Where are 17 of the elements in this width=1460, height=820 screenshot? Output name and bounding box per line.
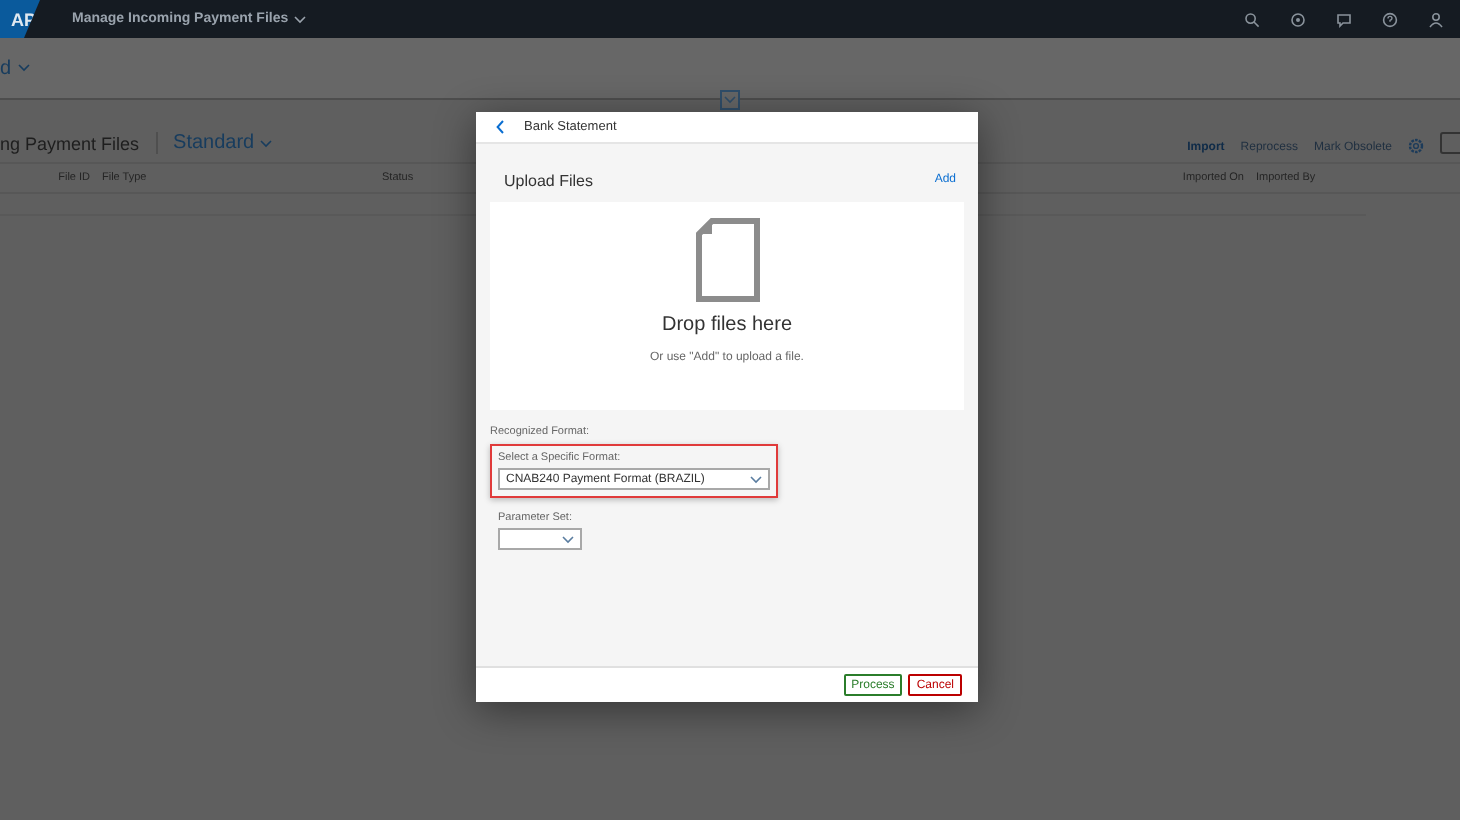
circle-icon[interactable]	[1290, 11, 1306, 27]
table-title: ng Payment Files	[0, 134, 140, 154]
search-icon[interactable]	[1244, 11, 1260, 27]
help-icon[interactable]	[1382, 11, 1398, 27]
caret-icon	[294, 15, 307, 23]
chevron-down-icon	[562, 535, 574, 543]
chevron-down-icon	[724, 96, 736, 104]
section-title: Upload Files	[504, 171, 593, 189]
dropdown-field[interactable]	[498, 528, 582, 550]
back-icon[interactable]	[496, 120, 504, 134]
caret-icon	[260, 139, 273, 147]
caret-icon	[17, 64, 30, 72]
chevron-down-icon	[750, 475, 762, 483]
user-icon[interactable]	[1428, 11, 1444, 27]
drop-title: Drop files here	[661, 314, 793, 336]
chat-icon[interactable]	[1336, 11, 1352, 27]
document-icon	[695, 218, 759, 302]
